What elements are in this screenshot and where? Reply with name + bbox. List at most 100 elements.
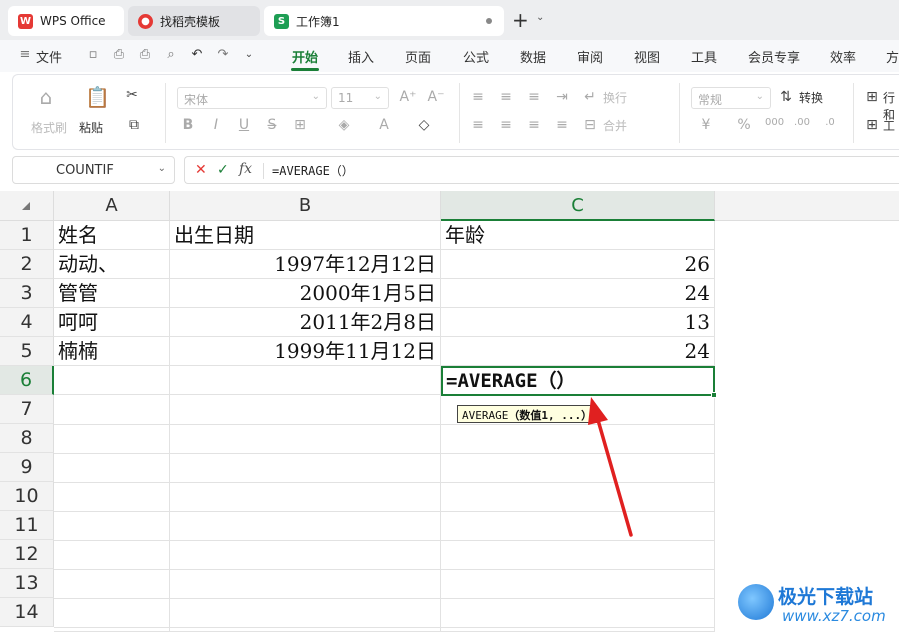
menu-file[interactable]: 文件 bbox=[36, 47, 62, 66]
unsaved-dot-icon[interactable] bbox=[486, 18, 492, 24]
cell-a6[interactable] bbox=[54, 366, 170, 395]
cell-c2[interactable]: 26 bbox=[441, 250, 715, 279]
cell-c4[interactable]: 13 bbox=[441, 308, 715, 337]
print-preview-icon[interactable]: ⌕ bbox=[164, 48, 178, 62]
redo-icon[interactable]: ↷ bbox=[216, 48, 230, 62]
row-header[interactable]: 12 bbox=[0, 540, 54, 569]
name-box[interactable]: COUNTIF ⌄ bbox=[12, 156, 175, 184]
cell-c3[interactable]: 24 bbox=[441, 279, 715, 308]
row-header[interactable]: 11 bbox=[0, 511, 54, 540]
active-cell-c6[interactable]: =AVERAGE（） bbox=[441, 366, 717, 398]
row-col-icon[interactable]: ⊞ bbox=[863, 89, 881, 105]
column-header-c[interactable]: C bbox=[441, 191, 715, 221]
currency-icon[interactable]: ¥ bbox=[697, 117, 715, 133]
row-header[interactable]: 10 bbox=[0, 482, 54, 511]
cell-a5[interactable]: 楠楠 bbox=[54, 337, 170, 366]
worksheet-icon[interactable]: ⊞ bbox=[863, 117, 881, 133]
align-left-icon[interactable]: ≡ bbox=[469, 117, 487, 133]
ribbon-tab-page[interactable]: 页面 bbox=[405, 47, 431, 66]
column-header-b[interactable]: B bbox=[170, 191, 441, 221]
row-header[interactable]: 13 bbox=[0, 569, 54, 598]
thousands-icon[interactable]: 000 bbox=[765, 117, 784, 128]
align-bottom-icon[interactable]: ≡ bbox=[525, 89, 543, 105]
column-c-empty-cells[interactable] bbox=[441, 395, 715, 632]
row-header[interactable]: 2 bbox=[0, 250, 54, 279]
row-header[interactable]: 8 bbox=[0, 424, 54, 453]
clear-format-icon[interactable]: ◇ bbox=[415, 117, 433, 133]
cell-b3[interactable]: 2000年1月5日 bbox=[170, 279, 441, 308]
fill-handle[interactable] bbox=[711, 392, 717, 398]
cell-b1[interactable]: 出生日期 bbox=[170, 221, 441, 250]
font-size-select[interactable]: 11 ⌄ bbox=[331, 87, 389, 109]
percent-icon[interactable]: % bbox=[735, 117, 753, 133]
wrap-text-label[interactable]: 换行 bbox=[603, 89, 627, 106]
row-header[interactable]: 7 bbox=[0, 395, 54, 424]
ribbon-tab-view[interactable]: 视图 bbox=[634, 47, 660, 66]
insert-function-icon[interactable]: fx bbox=[239, 161, 252, 177]
undo-icon[interactable]: ↶ bbox=[190, 48, 204, 62]
cell-b2[interactable]: 1997年12月12日 bbox=[170, 250, 441, 279]
ribbon-tab-home[interactable]: 开始 bbox=[292, 47, 318, 66]
select-all-corner[interactable] bbox=[0, 191, 54, 221]
cell-b5[interactable]: 1999年11月12日 bbox=[170, 337, 441, 366]
cell-c5[interactable]: 24 bbox=[441, 337, 715, 366]
save-icon[interactable]: ▫ bbox=[86, 48, 100, 62]
align-right-icon[interactable]: ≡ bbox=[525, 117, 543, 133]
cell-b6[interactable] bbox=[170, 366, 441, 395]
increase-decimal-icon[interactable]: .00 bbox=[793, 117, 811, 128]
ribbon-tab-tools[interactable]: 工具 bbox=[691, 47, 717, 66]
tab-template-store[interactable]: ● 找稻壳模板 bbox=[128, 6, 260, 36]
wrap-text-icon[interactable]: ↵ bbox=[581, 89, 599, 105]
hamburger-menu-icon[interactable]: ≡ bbox=[18, 48, 32, 62]
cell-c1[interactable]: 年龄 bbox=[441, 221, 715, 250]
print-icon[interactable]: ⎙ bbox=[138, 48, 152, 62]
chevron-down-icon[interactable]: ⌄ bbox=[536, 12, 544, 23]
number-format-select[interactable]: 常规 ⌄ bbox=[691, 87, 771, 109]
copy-icon[interactable]: ⧉ bbox=[125, 117, 143, 133]
cut-icon[interactable]: ✂ bbox=[123, 87, 141, 103]
ribbon-tab-insert[interactable]: 插入 bbox=[348, 47, 374, 66]
ribbon-tab-review[interactable]: 审阅 bbox=[577, 47, 603, 66]
chevron-down-icon[interactable]: ⌄ bbox=[158, 163, 166, 174]
export-pdf-icon[interactable]: ⎙ bbox=[112, 48, 126, 62]
ribbon-tab-efficiency[interactable]: 效率 bbox=[830, 47, 856, 66]
merge-icon[interactable]: ⊟ bbox=[581, 117, 599, 133]
format-painter-label[interactable]: 格式刷 bbox=[31, 119, 67, 136]
row-header[interactable]: 14 bbox=[0, 598, 54, 627]
cell-a1[interactable]: 姓名 bbox=[54, 221, 170, 250]
increase-font-icon[interactable]: A⁺ bbox=[399, 89, 417, 105]
cell-b4[interactable]: 2011年2月8日 bbox=[170, 308, 441, 337]
tab-wps-office[interactable]: W WPS Office bbox=[8, 6, 124, 36]
strikethrough-icon[interactable]: S̶ bbox=[263, 117, 281, 133]
cell-a3[interactable]: 管管 bbox=[54, 279, 170, 308]
decrease-font-icon[interactable]: A⁻ bbox=[427, 89, 445, 105]
align-center-icon[interactable]: ≡ bbox=[497, 117, 515, 133]
ribbon-tab-member[interactable]: 会员专享 bbox=[748, 47, 800, 66]
cancel-icon[interactable]: ✕ bbox=[195, 162, 207, 178]
bold-icon[interactable]: B bbox=[179, 117, 197, 133]
convert-icon[interactable]: ⇅ bbox=[777, 89, 795, 105]
ribbon-tab-formula[interactable]: 公式 bbox=[463, 47, 489, 66]
column-header-a[interactable]: A bbox=[54, 191, 170, 221]
italic-icon[interactable]: I bbox=[207, 117, 225, 133]
row-header[interactable]: 1 bbox=[0, 221, 54, 250]
convert-label[interactable]: 转换 bbox=[799, 89, 823, 106]
align-middle-icon[interactable]: ≡ bbox=[497, 89, 515, 105]
align-top-icon[interactable]: ≡ bbox=[469, 89, 487, 105]
cell-a4[interactable]: 呵呵 bbox=[54, 308, 170, 337]
row-header[interactable]: 9 bbox=[0, 453, 54, 482]
paste-label[interactable]: 粘贴 bbox=[79, 119, 103, 136]
column-a-empty-cells[interactable] bbox=[54, 395, 170, 632]
row-header[interactable]: 5 bbox=[0, 337, 54, 366]
confirm-icon[interactable]: ✓ bbox=[217, 162, 229, 178]
row-header[interactable]: 3 bbox=[0, 279, 54, 308]
justify-icon[interactable]: ≡ bbox=[553, 117, 571, 133]
row-header[interactable]: 6 bbox=[0, 366, 54, 395]
cell-a2[interactable]: 动动、 bbox=[54, 250, 170, 279]
formula-input[interactable]: =AVERAGE（） bbox=[272, 162, 354, 179]
border-icon[interactable]: ⊞ bbox=[291, 117, 309, 133]
font-name-select[interactable]: 宋体 ⌄ bbox=[177, 87, 327, 109]
indent-icon[interactable]: ⇥ bbox=[553, 89, 571, 105]
ribbon-tab-more[interactable]: 方 bbox=[886, 47, 899, 66]
quick-access-more-icon[interactable]: ⌄ bbox=[242, 48, 256, 62]
